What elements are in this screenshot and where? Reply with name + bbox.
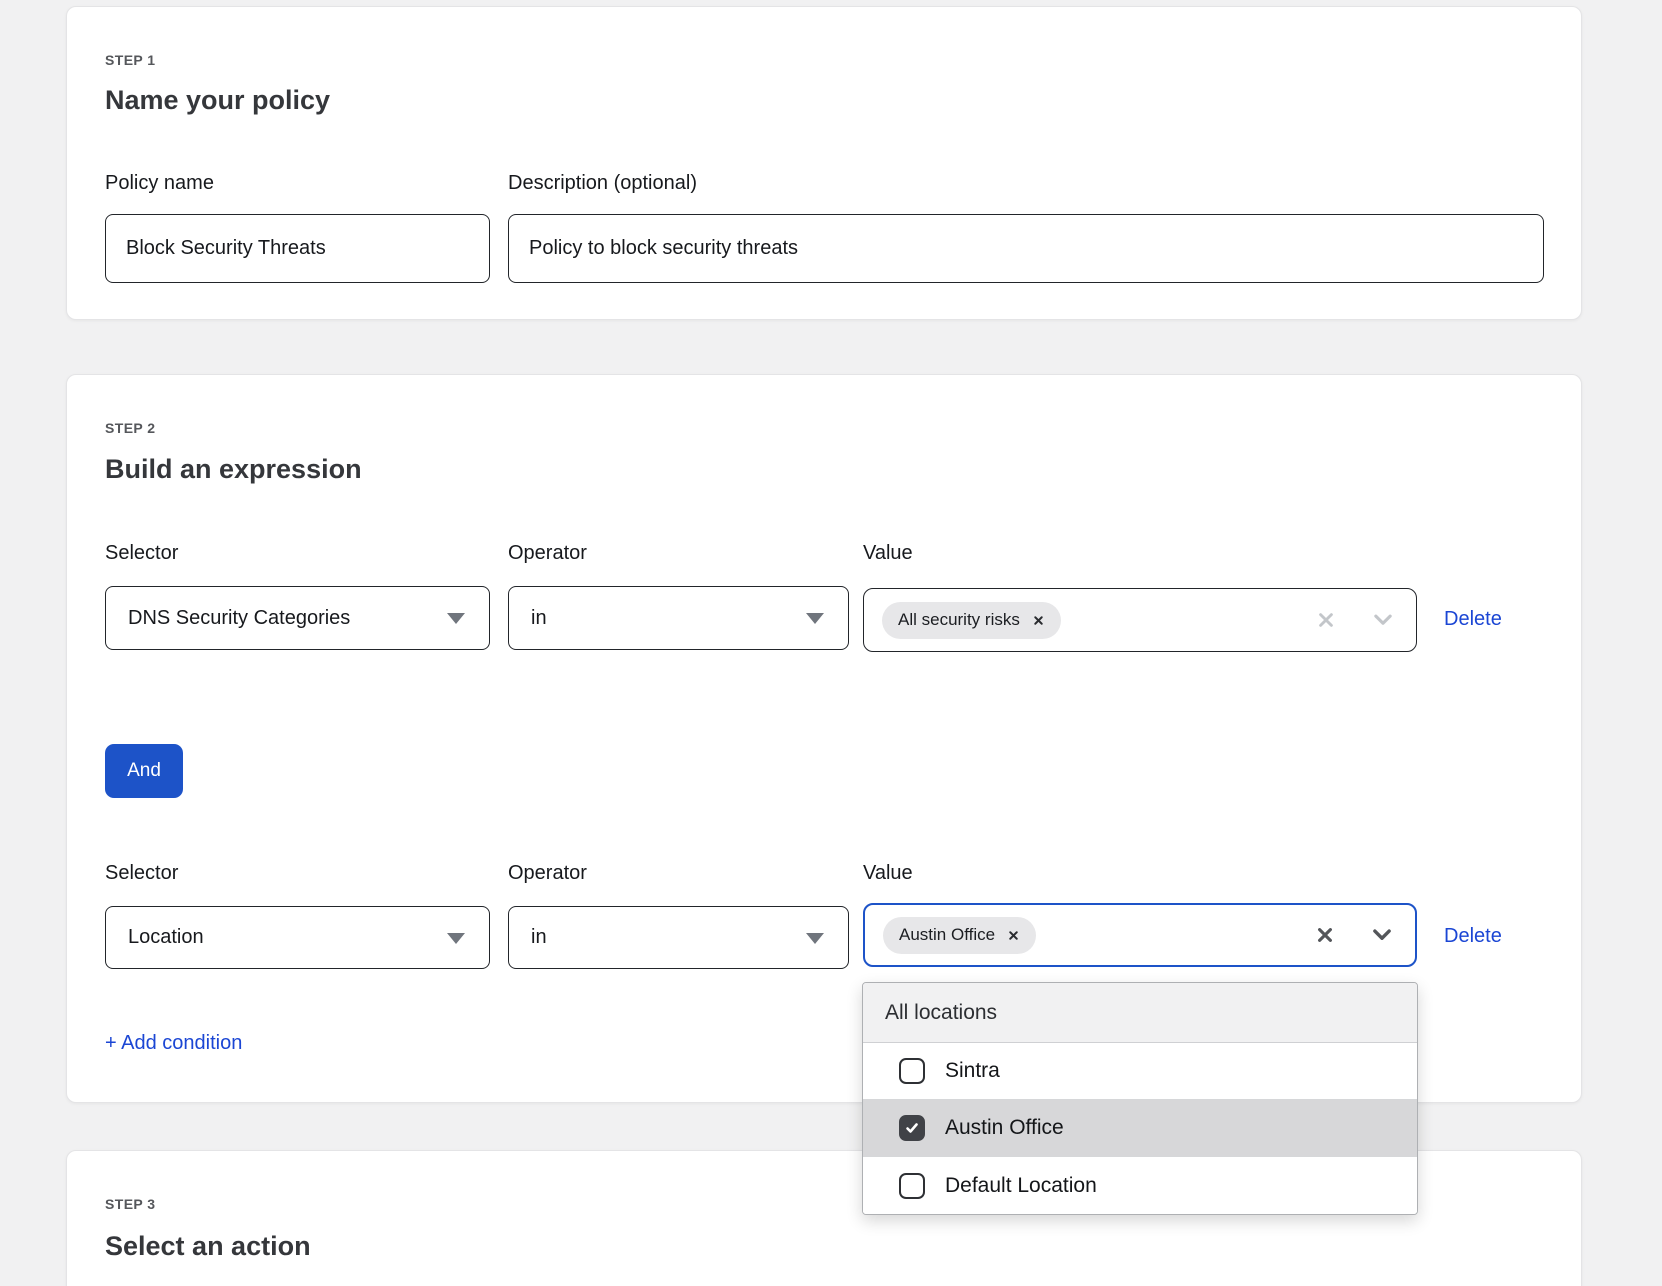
policy-name-input[interactable] (105, 214, 490, 283)
value-column-label: Value (863, 541, 913, 565)
value-tag: Austin Office (883, 917, 1036, 954)
value-column-label: Value (863, 861, 913, 885)
and-button[interactable]: And (105, 744, 183, 798)
value-tag: All security risks (882, 602, 1061, 639)
remove-tag-icon[interactable] (1032, 614, 1045, 627)
step2-label: STEP 2 (105, 416, 155, 440)
clear-values-icon[interactable] (1314, 608, 1338, 632)
value-options-dropdown: All locations Sintra Austin Office Defau… (862, 982, 1418, 1215)
chevron-down-icon[interactable] (1370, 607, 1396, 633)
checkbox[interactable] (899, 1173, 925, 1199)
selector-column-label: Selector (105, 861, 178, 885)
step1-label: STEP 1 (105, 48, 155, 72)
step1-card: STEP 1 Name your policy Policy name Desc… (66, 6, 1582, 320)
caret-down-icon (447, 613, 465, 624)
step3-title: Select an action (105, 1230, 311, 1262)
chevron-down-icon[interactable] (1369, 922, 1395, 948)
dropdown-option-sintra[interactable]: Sintra (863, 1043, 1417, 1100)
value-multiselect[interactable]: All security risks (863, 588, 1417, 652)
step1-title: Name your policy (105, 84, 330, 116)
value-multiselect-focused[interactable]: Austin Office (863, 903, 1417, 967)
check-icon (904, 1120, 920, 1136)
selector-column-label: Selector (105, 541, 178, 565)
dropdown-option-austin-office[interactable]: Austin Office (863, 1100, 1417, 1157)
checkbox[interactable] (899, 1115, 925, 1141)
operator-column-label: Operator (508, 541, 587, 565)
caret-down-icon (806, 933, 824, 944)
selector-dropdown[interactable]: Location (105, 906, 490, 969)
step3-label: STEP 3 (105, 1192, 155, 1216)
operator-column-label: Operator (508, 861, 587, 885)
clear-values-icon[interactable] (1313, 923, 1337, 947)
step2-title: Build an expression (105, 453, 362, 485)
description-label: Description (optional) (508, 171, 697, 195)
delete-condition-link[interactable]: Delete (1444, 607, 1502, 631)
dropdown-group-header: All locations (863, 983, 1417, 1043)
operator-dropdown[interactable]: in (508, 906, 849, 969)
dropdown-option-default-location[interactable]: Default Location (863, 1157, 1417, 1214)
remove-tag-icon[interactable] (1007, 929, 1020, 942)
checkbox[interactable] (899, 1058, 925, 1084)
operator-dropdown[interactable]: in (508, 586, 849, 650)
caret-down-icon (447, 933, 465, 944)
selector-dropdown[interactable]: DNS Security Categories (105, 586, 490, 650)
delete-condition-link[interactable]: Delete (1444, 924, 1502, 948)
policy-name-label: Policy name (105, 171, 214, 195)
description-input[interactable] (508, 214, 1544, 283)
caret-down-icon (806, 613, 824, 624)
policy-builder-page: STEP 1 Name your policy Policy name Desc… (0, 0, 1662, 1286)
add-condition-link[interactable]: + Add condition (105, 1031, 242, 1055)
